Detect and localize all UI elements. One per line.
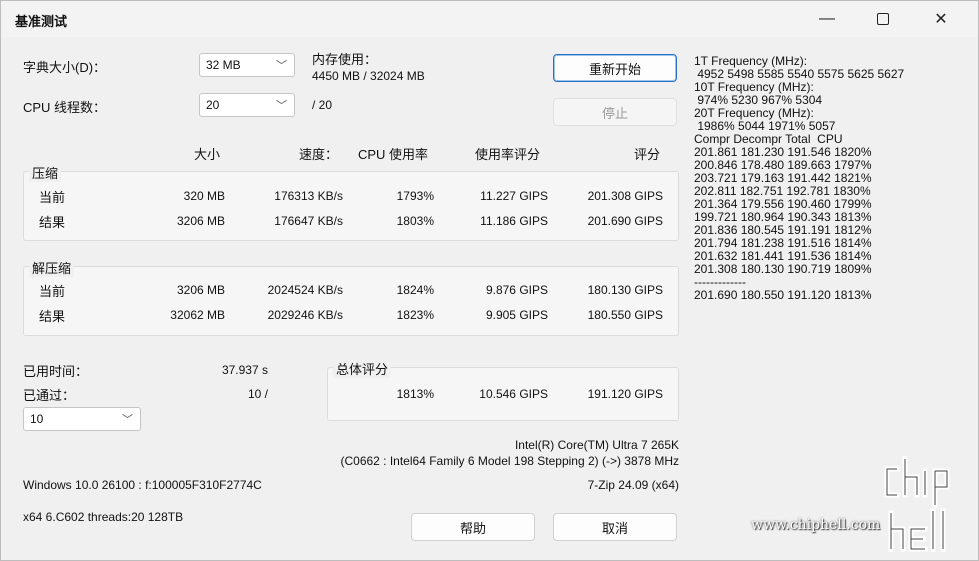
total-score: 191.120 GIPS	[587, 387, 663, 401]
compress-result-cpu: 1803%	[396, 214, 434, 228]
passed-value: 10 /	[247, 387, 268, 401]
stop-button[interactable]: 停止	[553, 98, 677, 126]
compress-current-label: 当前	[39, 190, 66, 205]
chiphell-watermark: www.chiphell.com	[751, 449, 976, 559]
cpu-threads-value: 20	[206, 98, 220, 112]
chevron-down-icon: ﹀	[276, 100, 287, 112]
total-cpu: 1813%	[396, 387, 434, 401]
arch-info: x64 6.C602 threads:20 128TB	[23, 510, 184, 524]
cpu-threads-max: / 20	[312, 98, 333, 112]
compress-result-rating: 11.186 GIPS	[480, 214, 548, 228]
close-icon: ✕	[934, 11, 948, 28]
memory-usage-label: 内存使用：	[312, 52, 378, 67]
header-size: 大小	[194, 147, 221, 162]
decompress-current-size: 3206 MB	[176, 283, 225, 297]
cpu-name: Intel(R) Core(TM) Ultra 7 265K	[514, 438, 679, 452]
passes-value: 10	[30, 412, 44, 426]
compress-result-speed: 176647 KB/s	[274, 214, 343, 228]
zip-version: 7-Zip 24.09 (x64)	[587, 478, 679, 492]
decompress-current-score: 180.130 GIPS	[587, 283, 663, 297]
benchmark-window: 基准测试 — ✕ 字典大小(D)： 32 MB ﹀ CPU 线程数： 20 ﹀ …	[0, 0, 979, 561]
header-speed: 速度：	[299, 147, 339, 162]
decompress-title: 解压缩	[29, 258, 75, 277]
compress-title: 压缩	[29, 163, 62, 182]
maximize-icon	[877, 13, 889, 25]
decompress-current-label: 当前	[39, 284, 66, 299]
cancel-button[interactable]: 取消	[553, 513, 677, 541]
decompress-result-label: 结果	[39, 309, 66, 324]
decompress-current-rating: 9.876 GIPS	[485, 283, 548, 297]
total-rating-title: 总体评分	[333, 359, 392, 378]
decompress-result-rating: 9.905 GIPS	[485, 308, 548, 322]
chevron-down-icon: ﹀	[276, 60, 287, 72]
help-button[interactable]: 帮助	[411, 513, 535, 541]
decompress-group	[23, 266, 679, 336]
chiphell-logo-icon	[884, 456, 950, 552]
compress-current-size: 320 MB	[183, 189, 225, 203]
memory-usage-value: 4450 MB / 32024 MB	[312, 69, 425, 83]
title-bar: 基准测试 — ✕	[1, 1, 978, 37]
restart-button[interactable]: 重新开始	[553, 54, 677, 82]
passed-label: 已通过：	[23, 388, 76, 403]
passes-select[interactable]: 10 ﹀	[23, 407, 141, 431]
decompress-result-cpu: 1823%	[396, 308, 434, 322]
header-usage-rating: 使用率评分	[475, 147, 541, 162]
dict-size-label: 字典大小(D)：	[23, 60, 107, 75]
compress-current-score: 201.308 GIPS	[587, 189, 663, 203]
compress-result-size: 3206 MB	[176, 214, 225, 228]
frequency-log: 1T Frequency (MHz): 4952 5498 5585 5540 …	[694, 55, 904, 302]
header-score: 评分	[634, 147, 661, 162]
window-title: 基准测试	[15, 14, 68, 29]
elapsed-label: 已用时间：	[23, 364, 89, 379]
cpu-threads-label: CPU 线程数：	[23, 100, 107, 115]
close-button[interactable]: ✕	[915, 1, 967, 37]
os-info: Windows 10.0 26100 : f:100005F310F2774C	[23, 478, 262, 492]
decompress-current-cpu: 1824%	[396, 283, 434, 297]
frequency-log-line: 201.690 180.550 191.120 1813%	[694, 288, 872, 302]
elapsed-value: 37.937 s	[221, 363, 268, 377]
compress-current-speed: 176313 KB/s	[274, 189, 343, 203]
decompress-result-score: 180.550 GIPS	[587, 308, 663, 322]
compress-current-rating: 11.227 GIPS	[480, 189, 548, 203]
compress-result-score: 201.690 GIPS	[587, 214, 663, 228]
cpu-details: (C0662 : Intel64 Family 6 Model 198 Step…	[340, 454, 679, 468]
maximize-button[interactable]	[857, 1, 909, 37]
compress-result-label: 结果	[39, 215, 66, 230]
cpu-threads-select[interactable]: 20 ﹀	[199, 93, 295, 117]
decompress-result-speed: 2029246 KB/s	[267, 308, 343, 322]
dict-size-value: 32 MB	[206, 58, 241, 72]
watermark-url: www.chiphell.com	[751, 517, 881, 533]
dict-size-select[interactable]: 32 MB ﹀	[199, 53, 295, 77]
compress-group	[23, 171, 679, 241]
total-rating: 10.546 GIPS	[479, 387, 548, 401]
minimize-button[interactable]: —	[801, 1, 853, 37]
decompress-current-speed: 2024524 KB/s	[267, 283, 343, 297]
minimize-icon: —	[819, 10, 835, 27]
decompress-result-size: 32062 MB	[170, 308, 225, 322]
header-cpu-usage: CPU 使用率	[358, 147, 429, 162]
chevron-down-icon: ﹀	[122, 414, 133, 426]
compress-current-cpu: 1793%	[396, 189, 434, 203]
